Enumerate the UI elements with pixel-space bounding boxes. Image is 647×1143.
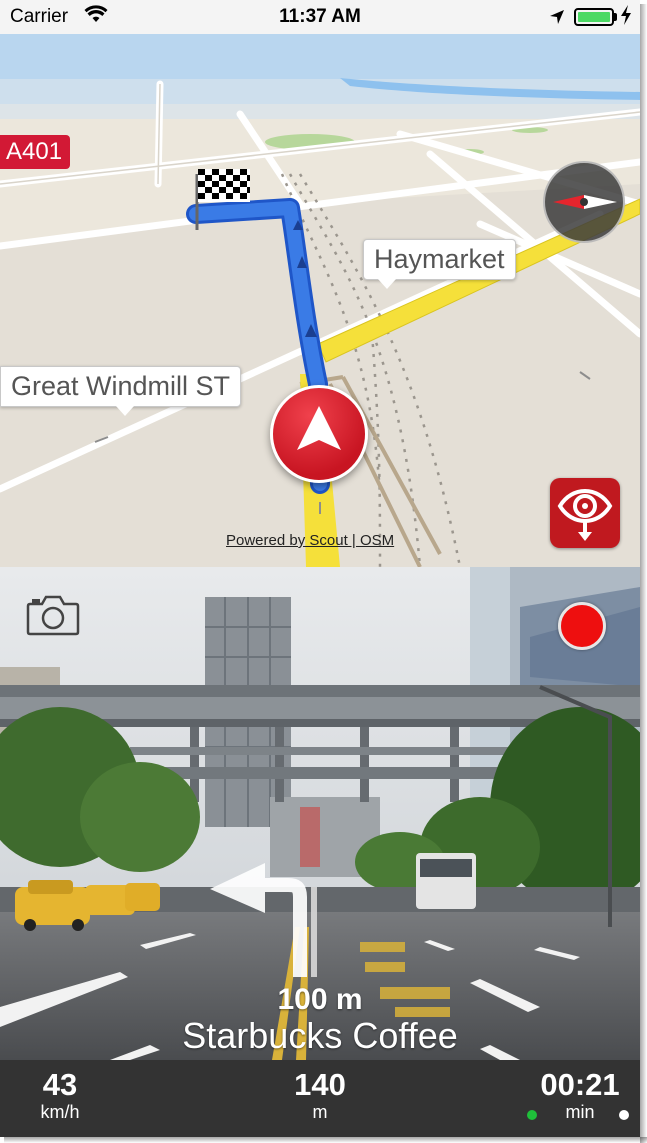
street-label-haymarket: Haymarket (363, 239, 516, 289)
battery-icon (574, 8, 614, 26)
eye-icon[interactable] (550, 478, 620, 548)
map-canvas (0, 34, 640, 567)
distance-value: 140 (294, 1067, 346, 1102)
status-bar: Carrier 11:37 AM (0, 0, 640, 34)
time-readout: 00:21 min (530, 1067, 630, 1123)
turn-street-name: Starbucks Coffee (182, 1015, 458, 1056)
battery-tip (614, 13, 617, 21)
distance-readout: 140 m (275, 1067, 365, 1123)
status-dot (619, 1110, 629, 1120)
time-unit: min (565, 1102, 595, 1122)
navigation-arrow-icon[interactable] (270, 385, 368, 483)
charging-bolt-icon (620, 5, 632, 30)
turn-distance: 100 m (277, 983, 363, 1016)
gps-status-dot (527, 1110, 537, 1120)
trip-info-bar: 43 km/h 140 m 00:21 min (0, 1060, 640, 1137)
compass-icon[interactable] (543, 161, 625, 243)
camera-icon[interactable] (26, 592, 80, 638)
speed-value: 43 (42, 1067, 78, 1102)
record-button[interactable] (558, 602, 606, 650)
clock: 11:37 AM (279, 6, 361, 27)
navigation-screen: Carrier 11:37 AM A401 Haymarket Great Wi… (0, 0, 640, 1137)
speed-unit: km/h (40, 1102, 80, 1122)
camera-view: 100 m Starbucks Coffee (0, 567, 640, 1060)
frame-shadow-bottom (4, 1137, 647, 1143)
map-view[interactable]: A401 Haymarket Great Windmill ST Powered… (0, 34, 640, 567)
time-value: 00:21 (540, 1067, 620, 1102)
street-label-great-windmill: Great Windmill ST (0, 366, 242, 416)
distance-unit: m (312, 1102, 328, 1122)
speed-readout: 43 km/h (20, 1067, 100, 1123)
road-shield-a401: A401 (0, 135, 71, 169)
frame-shadow-right (640, 4, 647, 1143)
map-attribution[interactable]: Powered by Scout | OSM (226, 532, 394, 549)
location-arrow-icon (548, 8, 566, 32)
